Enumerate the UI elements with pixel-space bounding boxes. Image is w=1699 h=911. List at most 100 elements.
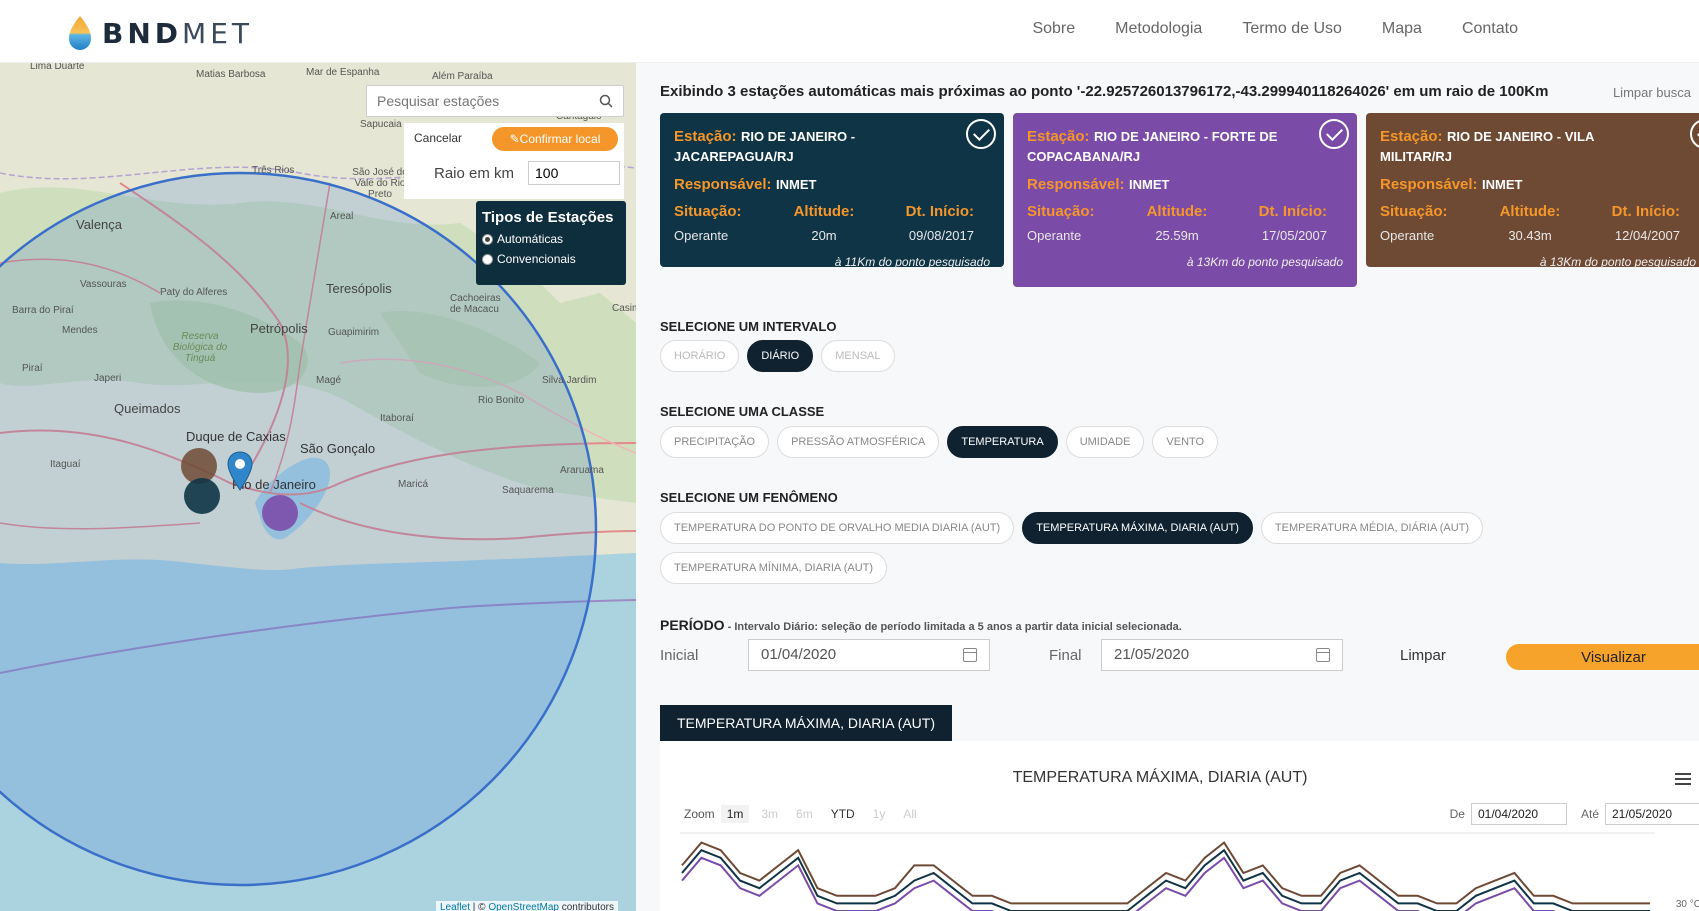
search-icon[interactable] bbox=[599, 94, 613, 108]
class-temperatura[interactable]: TEMPERATURA bbox=[947, 426, 1058, 458]
interval-diario[interactable]: DIÁRIO bbox=[747, 340, 814, 372]
station-type-automaticas[interactable]: Automáticas bbox=[482, 232, 620, 246]
station-search-input[interactable] bbox=[367, 86, 577, 116]
status-label: Situação: bbox=[1380, 203, 1448, 220]
confirm-location-label: Confirmar local bbox=[519, 132, 601, 146]
zoom-1m[interactable]: 1m bbox=[720, 805, 750, 823]
leaflet-link[interactable]: Leaflet bbox=[440, 902, 470, 911]
attribution-separator: | © bbox=[470, 902, 489, 911]
range-to-label: Até bbox=[1580, 807, 1599, 821]
map-attribution: Leaflet | © OpenStreetMap contributors bbox=[436, 901, 618, 911]
map-label: Mar de Espanha bbox=[306, 67, 380, 78]
start-date-label: Dt. Início: bbox=[905, 203, 974, 220]
zoom-1y[interactable]: 1y bbox=[867, 805, 892, 823]
station-start-date: 09/08/2017 bbox=[908, 228, 974, 243]
phenomenon-minima[interactable]: TEMPERATURA MÍNIMA, DIARIA (AUT) bbox=[660, 552, 888, 584]
search-point-pin-icon[interactable] bbox=[227, 451, 253, 496]
start-date-label: Dt. Início: bbox=[1611, 203, 1680, 220]
status-label: Situação: bbox=[674, 203, 742, 220]
clear-search-link[interactable]: Limpar busca bbox=[1613, 85, 1691, 100]
class-options: PRECIPITAÇÃO PRESSÃO ATMOSFÉRICA TEMPERA… bbox=[660, 426, 1219, 458]
station-type-convencionais[interactable]: Convencionais bbox=[482, 252, 620, 266]
phenomenon-section-title: SELECIONE UM FENÔMENO bbox=[660, 490, 838, 505]
nav-termo-de-uso[interactable]: Termo de Uso bbox=[1242, 20, 1342, 38]
station-status: Operante bbox=[1027, 228, 1082, 243]
results-title: Exibindo 3 estações automáticas mais pró… bbox=[660, 83, 1549, 100]
zoom-ytd[interactable]: YTD bbox=[825, 805, 861, 823]
confirm-location-button[interactable]: ✎Confirmar local bbox=[492, 127, 618, 151]
map-label: São José do Vale do Rio Preto bbox=[352, 167, 408, 200]
interval-mensal[interactable]: MENSAL bbox=[821, 340, 895, 372]
class-pressao[interactable]: PRESSÃO ATMOSFÉRICA bbox=[777, 426, 940, 458]
map-label: Casim bbox=[612, 303, 636, 314]
map-label: Magé bbox=[316, 375, 342, 386]
map-label: Areal bbox=[330, 211, 354, 222]
period-title: PERÍODO bbox=[660, 617, 725, 633]
station-map[interactable]: Lima Duarte Matias Barbosa Mar de Espanh… bbox=[0, 63, 636, 911]
final-date-input[interactable]: 21/05/2020 bbox=[1101, 639, 1343, 671]
chart-menu-icon[interactable] bbox=[1675, 773, 1691, 785]
radio-icon[interactable] bbox=[482, 233, 493, 245]
station-card-jacarepagua[interactable]: Estação: RIO DE JANEIRO - JACAREPAGUA/RJ… bbox=[660, 113, 1004, 269]
zoom-all[interactable]: All bbox=[897, 805, 922, 823]
radio-icon[interactable] bbox=[482, 253, 493, 265]
calendar-icon[interactable] bbox=[963, 648, 977, 662]
chart-tab[interactable]: TEMPERATURA MÁXIMA, DIARIA (AUT) bbox=[660, 705, 952, 741]
map-label: Mendes bbox=[62, 325, 98, 336]
phenomenon-maxima[interactable]: TEMPERATURA MÁXIMA, DIARIA (AUT) bbox=[1022, 512, 1253, 544]
class-vento[interactable]: VENTO bbox=[1152, 426, 1219, 458]
station-search-box bbox=[366, 85, 624, 117]
range-from-input[interactable]: 01/04/2020 bbox=[1470, 803, 1567, 825]
station-marker-jacarepagua[interactable] bbox=[184, 478, 220, 514]
station-distance: à 11Km do ponto pesquisado bbox=[834, 255, 990, 269]
nav-sobre[interactable]: Sobre bbox=[1032, 20, 1075, 38]
range-to-input[interactable]: 21/05/2020 bbox=[1605, 803, 1699, 825]
logo-drop-icon bbox=[66, 14, 94, 52]
initial-date-value: 01/04/2020 bbox=[761, 646, 837, 663]
zoom-6m[interactable]: 6m bbox=[790, 805, 819, 823]
station-card-forte-copacabana[interactable]: Estação: RIO DE JANEIRO - FORTE DE COPAC… bbox=[1013, 113, 1357, 287]
status-label: Situação: bbox=[1027, 203, 1095, 220]
nav-mapa[interactable]: Mapa bbox=[1382, 20, 1422, 38]
chart-series-line[interactable] bbox=[681, 841, 1650, 905]
check-icon[interactable] bbox=[966, 119, 996, 149]
radius-input[interactable] bbox=[528, 161, 620, 185]
osm-link[interactable]: OpenStreetMap bbox=[488, 902, 559, 911]
nav-contato[interactable]: Contato bbox=[1462, 20, 1518, 38]
station-label: Estação: bbox=[1027, 128, 1090, 145]
map-label: Araruama bbox=[560, 465, 604, 476]
map-label: Barra do Piraí bbox=[12, 305, 74, 316]
nav-metodologia[interactable]: Metodologia bbox=[1115, 20, 1202, 38]
station-responsible: INMET bbox=[776, 177, 817, 192]
chart-series-line[interactable] bbox=[681, 848, 1650, 911]
station-altitude: 25.59m bbox=[1155, 228, 1199, 243]
station-distance: à 13Km do ponto pesquisado bbox=[1539, 255, 1696, 269]
check-icon[interactable] bbox=[1319, 119, 1349, 149]
map-label: Paty do Alferes bbox=[160, 287, 228, 298]
attribution-text: contributors bbox=[558, 902, 614, 911]
map-label: Saquarema bbox=[502, 485, 554, 496]
station-label: Estação: bbox=[674, 128, 737, 145]
interval-horario[interactable]: HORÁRIO bbox=[660, 340, 740, 372]
final-date-label: Final bbox=[1049, 647, 1082, 664]
phenomenon-media[interactable]: TEMPERATURA MÉDIA, DIÁRIA (AUT) bbox=[1260, 512, 1484, 544]
station-card-vila-militar[interactable]: Estação: RIO DE JANEIRO - VILA MILITAR/R… bbox=[1366, 113, 1699, 269]
range-from-label: De bbox=[1449, 807, 1465, 821]
responsible-label: Responsável: bbox=[1380, 176, 1478, 193]
map-label: Vassouras bbox=[80, 279, 127, 290]
phenomenon-orvalho[interactable]: TEMPERATURA DO PONTO DE ORVALHO MEDIA DI… bbox=[660, 512, 1015, 544]
initial-date-input[interactable]: 01/04/2020 bbox=[748, 639, 990, 671]
altitude-label: Altitude: bbox=[1146, 203, 1208, 220]
bndmet-logo[interactable]: BNDMET bbox=[66, 14, 253, 52]
chart-series-group bbox=[681, 841, 1650, 911]
station-type-label: Convencionais bbox=[497, 252, 576, 266]
class-umidade[interactable]: UMIDADE bbox=[1065, 426, 1145, 458]
calendar-icon[interactable] bbox=[1316, 648, 1330, 662]
station-marker-copacabana[interactable] bbox=[262, 495, 298, 531]
map-label: Queimados bbox=[114, 401, 181, 416]
class-precipitacao[interactable]: PRECIPITAÇÃO bbox=[660, 426, 770, 458]
zoom-3m[interactable]: 3m bbox=[755, 805, 784, 823]
cancel-button[interactable]: Cancelar bbox=[414, 131, 462, 145]
view-button[interactable]: Visualizar bbox=[1506, 644, 1699, 670]
clear-button[interactable]: Limpar bbox=[1400, 647, 1446, 664]
